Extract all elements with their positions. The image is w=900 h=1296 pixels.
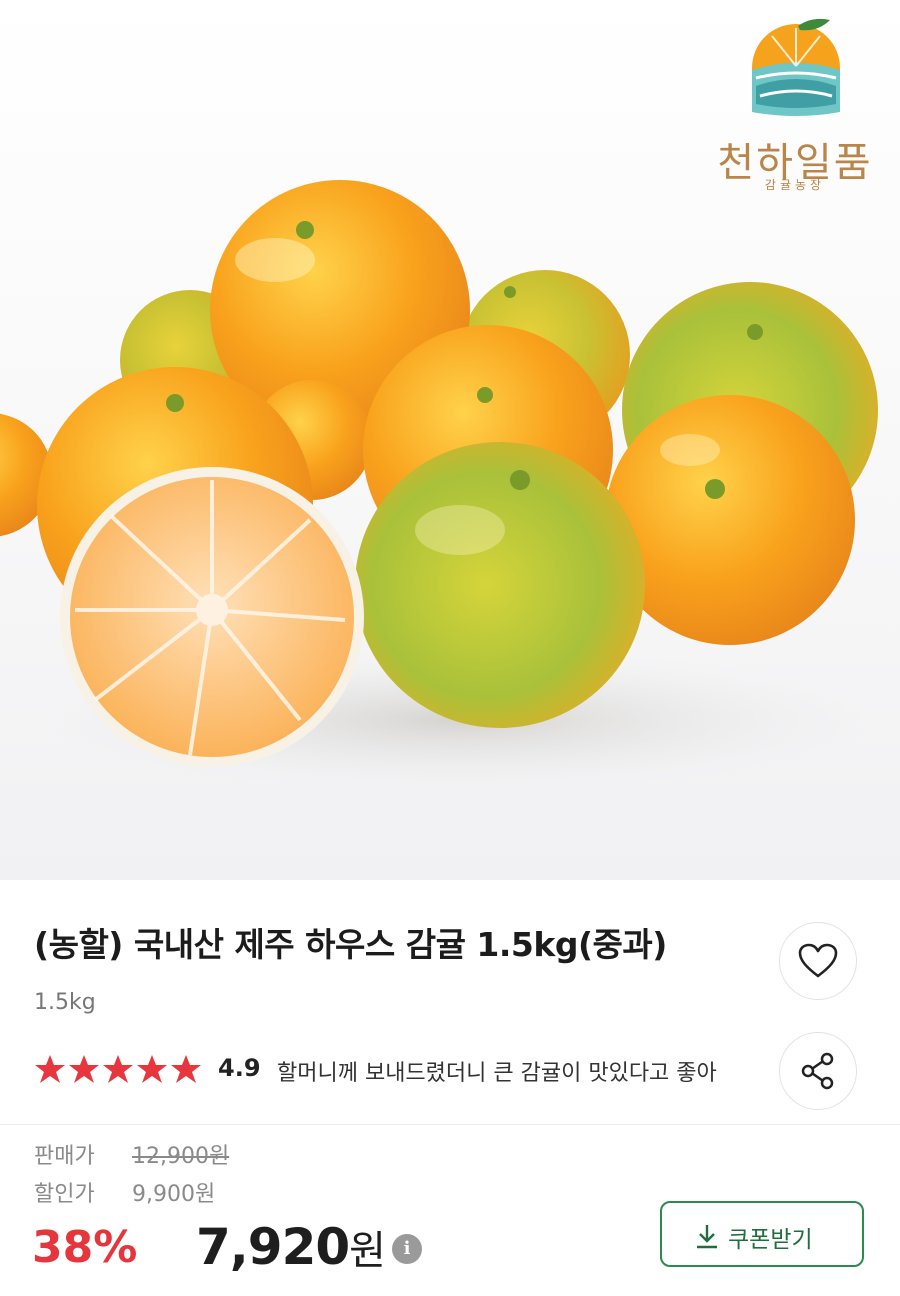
review-snippet: 할머니께 보내드렸더니 큰 감귤이 맛있다고 좋아 bbox=[277, 1061, 717, 1086]
original-price: 12,900원 bbox=[132, 1144, 230, 1169]
rating-score: 4.9 bbox=[218, 1054, 261, 1082]
divider bbox=[0, 1124, 900, 1125]
wishlist-button[interactable] bbox=[779, 922, 857, 1000]
product-title: (농할) 국내산 제주 하우스 감귤 1.5kg(중과) bbox=[34, 925, 667, 964]
discount-price-label: 할인가 bbox=[34, 1182, 95, 1207]
info-icon[interactable]: i bbox=[392, 1234, 422, 1264]
brand-logo: 천하일품 감귤농장 bbox=[700, 8, 890, 198]
share-button[interactable] bbox=[779, 1032, 857, 1110]
final-price: 7,920원 bbox=[196, 1218, 386, 1276]
star-icon bbox=[103, 1055, 133, 1083]
brand-emblem-icon bbox=[752, 18, 840, 116]
star-icon bbox=[35, 1055, 65, 1083]
brand-subtitle: 감귤농장 bbox=[764, 178, 826, 192]
rating-row[interactable]: 4.9 할머니께 보내드렸더니 큰 감귤이 맛있다고 좋아 bbox=[34, 1050, 774, 1090]
product-weight: 1.5kg bbox=[34, 990, 96, 1015]
coupon-button[interactable]: 쿠폰받기 bbox=[660, 1201, 864, 1267]
heart-icon bbox=[798, 943, 838, 978]
star-rating bbox=[35, 1055, 201, 1083]
coupon-label: 쿠폰받기 bbox=[728, 1227, 813, 1253]
star-icon bbox=[137, 1055, 167, 1083]
final-price-number: 7,920 bbox=[196, 1218, 350, 1276]
sale-price-label: 판매가 bbox=[34, 1144, 95, 1169]
star-icon bbox=[171, 1055, 201, 1083]
share-icon bbox=[801, 1052, 834, 1090]
final-price-unit: 원 bbox=[349, 1228, 386, 1274]
product-image: 천하일품 감귤농장 bbox=[0, 0, 900, 880]
download-icon bbox=[697, 1225, 717, 1249]
star-icon bbox=[69, 1055, 99, 1083]
discount-rate: 38% bbox=[32, 1222, 138, 1273]
discount-price: 9,900원 bbox=[132, 1182, 216, 1207]
